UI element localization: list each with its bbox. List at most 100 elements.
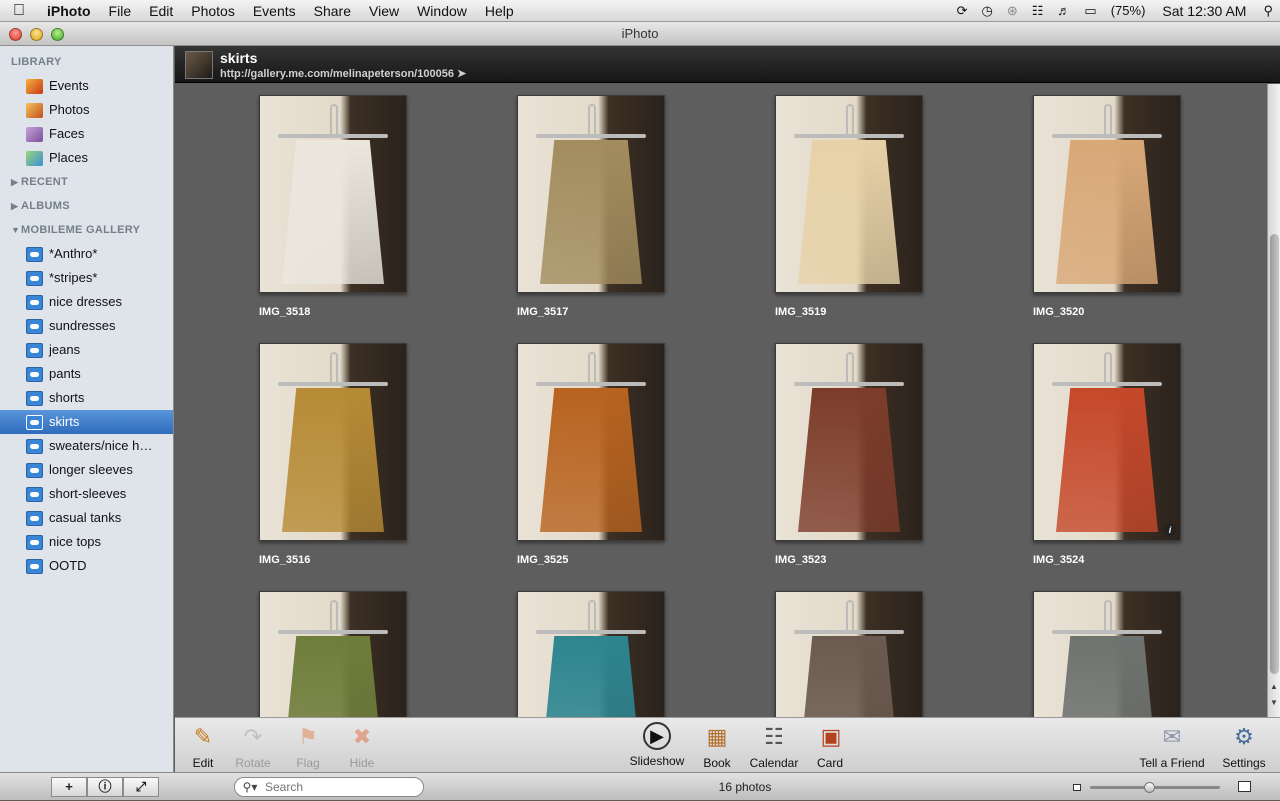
scrollbar-thumb[interactable] [1270, 234, 1279, 674]
full-screen-button[interactable]: ⤢ [123, 777, 159, 797]
sidebar-item-places[interactable]: Places [0, 146, 173, 170]
large-photo-icon[interactable] [1238, 781, 1251, 792]
photo-image[interactable] [775, 591, 923, 717]
photo-thumbnail[interactable] [1033, 591, 1181, 717]
photo-thumbnail[interactable]: IMG_3525 [517, 343, 665, 566]
disclosure-triangle-icon[interactable]: ▶ [11, 170, 21, 194]
sidebar-item-pants[interactable]: pants [0, 362, 173, 386]
disclosure-triangle-icon[interactable]: ▶ [11, 194, 21, 218]
scroll-up-arrow-icon[interactable]: ▲ [1270, 682, 1278, 691]
search-field[interactable]: ⚲▾ [234, 777, 424, 797]
photo-thumbnail[interactable]: IMG_3520 [1033, 95, 1181, 318]
arrow-circle-icon[interactable]: ➤ [457, 68, 466, 80]
menu-share[interactable]: Share [305, 0, 360, 22]
section-mobileme-gallery[interactable]: ▼MOBILEME GALLERY [0, 218, 173, 242]
rotate-button[interactable]: ↷ Rotate [235, 722, 271, 770]
photo-title[interactable]: IMG_3524 [1033, 554, 1181, 566]
sidebar-item-faces[interactable]: Faces [0, 122, 173, 146]
photo-thumbnail[interactable] [517, 591, 665, 717]
small-photo-icon[interactable] [1073, 784, 1081, 791]
spotlight-icon[interactable]: ⚲ [1256, 3, 1280, 19]
section-recent[interactable]: ▶ RECENT [0, 170, 173, 194]
apple-icon[interactable]:  [0, 2, 38, 20]
menu-help[interactable]: Help [476, 0, 523, 22]
photo-image[interactable] [517, 343, 665, 541]
sidebar-item-sundresses[interactable]: sundresses [0, 314, 173, 338]
photo-image[interactable] [775, 95, 923, 293]
zoom-slider[interactable] [1090, 782, 1220, 793]
flag-button[interactable]: ⚑ Flag [292, 722, 324, 770]
photo-title[interactable]: IMG_3516 [259, 554, 407, 566]
disclosure-triangle-open-icon[interactable]: ▼ [11, 218, 21, 242]
photo-thumbnail[interactable]: IMG_3518 [259, 95, 407, 318]
photo-image[interactable] [259, 343, 407, 541]
photo-title[interactable]: IMG_3518 [259, 306, 407, 318]
photo-image[interactable] [1033, 95, 1181, 293]
sidebar-item-casual-tanks[interactable]: casual tanks [0, 506, 173, 530]
hide-button[interactable]: ✖ Hide [346, 722, 378, 770]
menu-photos[interactable]: Photos [182, 0, 244, 22]
info-button[interactable]: ⓘ [87, 777, 123, 797]
sidebar-item-jeans[interactable]: jeans [0, 338, 173, 362]
search-input[interactable] [265, 780, 405, 794]
volume-icon[interactable]: ♬ [1050, 3, 1077, 18]
photo-title[interactable]: IMG_3517 [517, 306, 665, 318]
photo-title[interactable]: IMG_3525 [517, 554, 665, 566]
photo-image[interactable] [517, 95, 665, 293]
menu-events[interactable]: Events [244, 0, 305, 22]
sidebar-item-shorts[interactable]: shorts [0, 386, 173, 410]
sync-icon[interactable]: ⟳ [950, 3, 975, 19]
photo-title[interactable]: IMG_3520 [1033, 306, 1181, 318]
time-machine-icon[interactable]: ◷ [975, 3, 1000, 19]
photo-thumbnail[interactable] [259, 591, 407, 717]
menu-file[interactable]: File [100, 0, 141, 22]
photo-thumbnail[interactable]: IMG_3523 [775, 343, 923, 566]
menu-app-iphoto[interactable]: iPhoto [38, 0, 100, 22]
sidebar-item-skirts[interactable]: skirts [0, 410, 173, 434]
menu-edit[interactable]: Edit [140, 0, 182, 22]
sidebar-item-longer-sleeves[interactable]: longer sleeves [0, 458, 173, 482]
photo-title[interactable]: IMG_3523 [775, 554, 923, 566]
album-url-link[interactable]: http://gallery.me.com/melinapeterson/100… [220, 67, 466, 80]
photo-image[interactable] [775, 343, 923, 541]
wifi-icon[interactable]: ☷ [1025, 3, 1051, 19]
calendar-button[interactable]: ☷ Calendar [749, 722, 799, 770]
sidebar-item-nice-tops[interactable]: nice tops [0, 530, 173, 554]
menu-window[interactable]: Window [408, 0, 476, 22]
photo-image[interactable] [517, 591, 665, 717]
photo-thumbnail[interactable]: i IMG_3524 [1033, 343, 1181, 566]
sidebar-item-events[interactable]: Events [0, 74, 173, 98]
add-button[interactable]: + [51, 777, 87, 797]
photo-thumbnail[interactable]: IMG_3517 [517, 95, 665, 318]
section-albums[interactable]: ▶ ALBUMS [0, 194, 173, 218]
card-button[interactable]: ▣ Card [815, 722, 845, 770]
sidebar-item-sweaters[interactable]: sweaters/nice h… [0, 434, 173, 458]
settings-button[interactable]: ⚙ Settings [1221, 722, 1267, 770]
photo-image[interactable] [259, 95, 407, 293]
sidebar-item-nice-dresses[interactable]: nice dresses [0, 290, 173, 314]
sidebar-item-anthro[interactable]: *Anthro* [0, 242, 173, 266]
vertical-scrollbar[interactable]: ▲ ▼ [1267, 84, 1280, 717]
search-icon[interactable]: ⚲▾ [235, 780, 265, 794]
photo-image[interactable] [259, 591, 407, 717]
scroll-down-arrow-icon[interactable]: ▼ [1270, 698, 1278, 707]
tell-a-friend-button[interactable]: ✉ Tell a Friend [1137, 722, 1207, 770]
sidebar-item-stripes[interactable]: *stripes* [0, 266, 173, 290]
photo-info-icon[interactable]: i [1164, 524, 1176, 536]
battery-icon[interactable]: ▭ [1077, 3, 1103, 19]
menu-view[interactable]: View [360, 0, 408, 22]
photo-thumbnail[interactable] [775, 591, 923, 717]
slideshow-button[interactable]: ▶ Slideshow [627, 722, 687, 768]
sidebar-item-ootd[interactable]: OOTD [0, 554, 173, 578]
photo-thumbnail[interactable]: IMG_3516 [259, 343, 407, 566]
sidebar-item-short-sleeves[interactable]: short-sleeves [0, 482, 173, 506]
bluetooth-icon[interactable]: ⊛ [1000, 3, 1025, 19]
sidebar-item-photos[interactable]: Photos [0, 98, 173, 122]
photo-image[interactable]: i [1033, 343, 1181, 541]
photo-thumbnail[interactable]: IMG_3519 [775, 95, 923, 318]
photo-image[interactable] [1033, 591, 1181, 717]
edit-button[interactable]: ✎ Edit [187, 722, 219, 770]
book-button[interactable]: ▦ Book [701, 722, 733, 770]
photo-title[interactable]: IMG_3519 [775, 306, 923, 318]
zoom-slider-knob[interactable] [1143, 782, 1155, 793]
